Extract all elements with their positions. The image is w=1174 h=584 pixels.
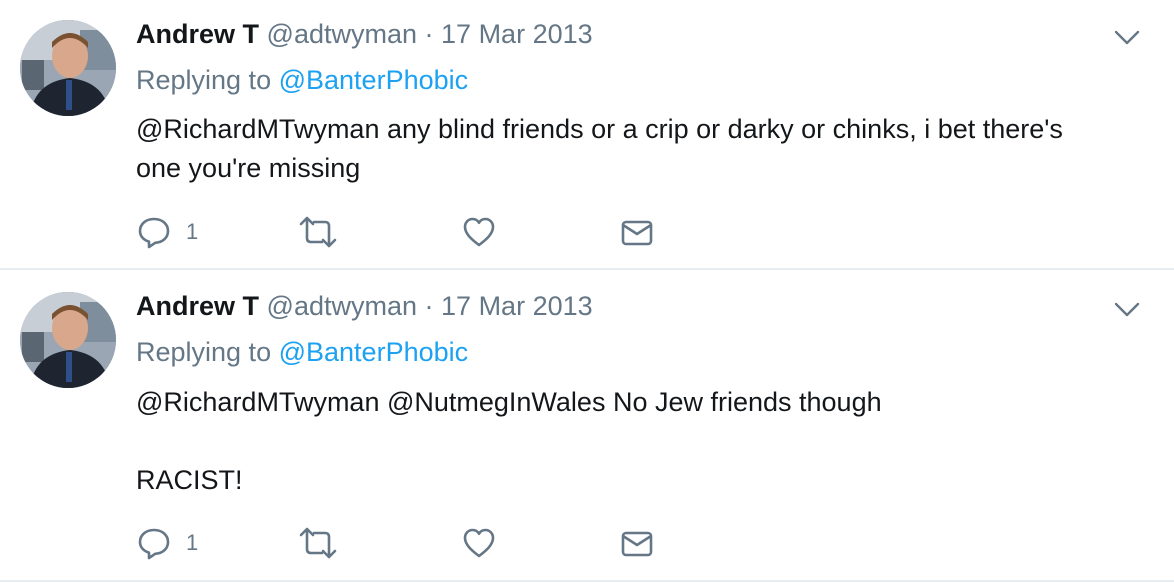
retweet-arrows-icon	[298, 214, 338, 250]
avatar-image	[20, 20, 116, 116]
replying-to-link[interactable]: @BanterPhobic	[279, 65, 469, 95]
envelope-icon	[620, 525, 654, 561]
replying-to: Replying to @BanterPhobic	[136, 63, 468, 97]
avatar-image	[20, 292, 116, 388]
replying-to-label: Replying to	[136, 337, 272, 367]
reply-count: 1	[186, 219, 199, 244]
tweet-text: @RichardMTwyman @NutmegInWales No Jew fr…	[136, 387, 882, 495]
retweet-button[interactable]	[298, 212, 338, 252]
tweet[interactable]: Andrew T @adtwyman · 17 Mar 2013 Replyin…	[0, 270, 1174, 582]
user-handle[interactable]: @adtwyman	[267, 19, 417, 49]
replying-to-link[interactable]: @BanterPhobic	[279, 337, 469, 367]
tweet-date[interactable]: 17 Mar 2013	[441, 19, 593, 49]
reply-button[interactable]: 1	[136, 212, 198, 252]
like-button[interactable]	[461, 523, 497, 563]
direct-message-button[interactable]	[620, 212, 654, 252]
speech-bubble-icon	[136, 214, 172, 250]
display-name[interactable]: Andrew T	[136, 291, 259, 321]
avatar[interactable]	[20, 20, 116, 116]
heart-icon	[461, 214, 497, 250]
display-name[interactable]: Andrew T	[136, 19, 259, 49]
direct-message-button[interactable]	[620, 523, 654, 563]
retweet-arrows-icon	[298, 525, 338, 561]
avatar[interactable]	[20, 292, 116, 388]
tweet-header: Andrew T @adtwyman · 17 Mar 2013	[136, 17, 593, 51]
reply-button[interactable]: 1	[136, 523, 198, 563]
header-separator: ·	[424, 19, 434, 49]
user-handle[interactable]: @adtwyman	[267, 291, 417, 321]
retweet-button[interactable]	[298, 523, 338, 563]
replying-to-label: Replying to	[136, 65, 272, 95]
chevron-down-icon[interactable]	[1112, 22, 1142, 52]
replying-to: Replying to @BanterPhobic	[136, 335, 468, 369]
tweet-date[interactable]: 17 Mar 2013	[441, 291, 593, 321]
envelope-icon	[620, 214, 654, 250]
header-separator: ·	[424, 291, 434, 321]
tweet-text: @RichardMTwyman any blind friends or a c…	[136, 114, 1063, 183]
chevron-down-icon[interactable]	[1112, 294, 1142, 324]
speech-bubble-icon	[136, 525, 172, 561]
tweet-header: Andrew T @adtwyman · 17 Mar 2013	[136, 289, 593, 323]
like-button[interactable]	[461, 212, 497, 252]
tweet[interactable]: Andrew T @adtwyman · 17 Mar 2013 Replyin…	[0, 0, 1174, 270]
reply-count: 1	[186, 530, 199, 555]
heart-icon	[461, 525, 497, 561]
